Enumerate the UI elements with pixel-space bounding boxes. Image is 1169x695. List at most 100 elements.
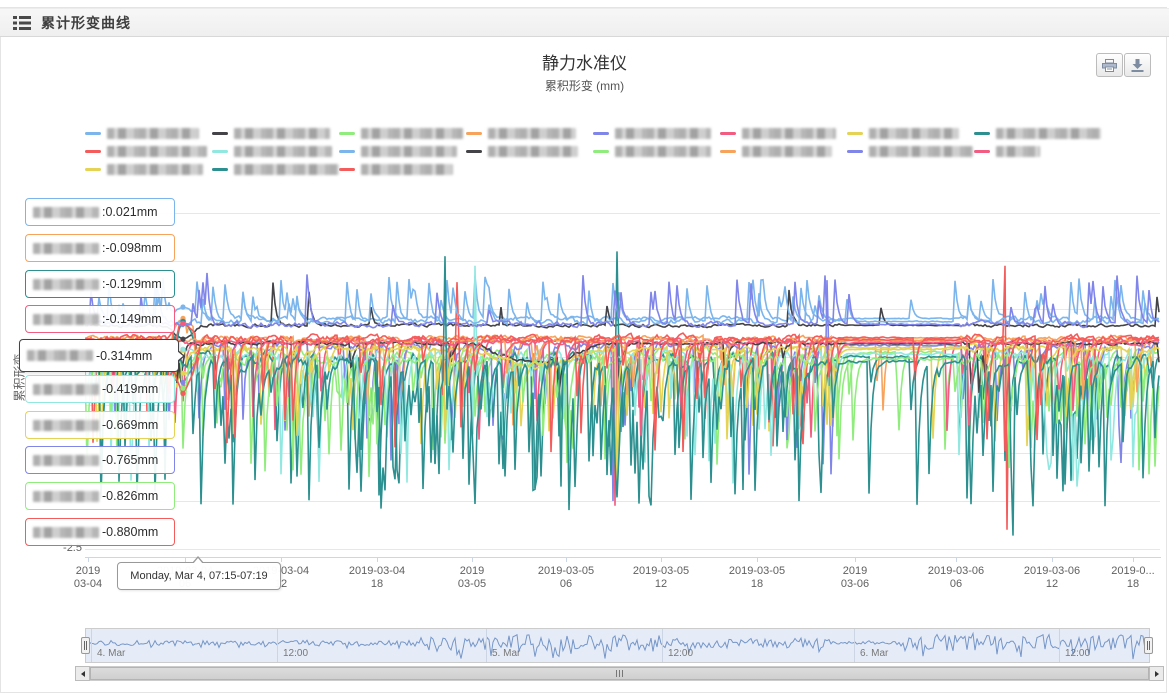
legend-item[interactable] (593, 128, 720, 139)
x-axis-tick (281, 557, 282, 562)
hover-point-marker (180, 337, 185, 342)
legend-series-dash-icon (847, 132, 863, 135)
navigator-axis-label: 12:00 (1065, 648, 1090, 659)
scrollbar-right-button[interactable] (1149, 666, 1164, 681)
legend-series-dash-icon (339, 132, 355, 135)
hover-point-marker (180, 321, 185, 326)
navigator-axis-label: 6. Mar (860, 648, 888, 659)
time-tooltip-text: Monday, Mar 4, 07:15-07:19 (130, 570, 267, 582)
series-name-censored (33, 491, 99, 502)
navigator-right-handle[interactable] (1144, 637, 1153, 654)
legend-series-label-censored (742, 128, 836, 139)
legend-series-label-censored (615, 146, 711, 157)
arrow-right-icon (1155, 671, 1159, 677)
legend-series-label-censored (107, 164, 203, 175)
series-name-censored (33, 314, 99, 325)
series-tooltip: -0.880mm (25, 518, 175, 546)
legend-series-dash-icon (85, 168, 101, 171)
x-axis-label: 2019-03-0518 (712, 565, 802, 591)
legend-item[interactable] (847, 128, 974, 139)
legend-item[interactable] (339, 146, 466, 157)
legend-item[interactable] (466, 146, 593, 157)
legend-row (85, 124, 1145, 142)
legend-series-dash-icon (593, 150, 609, 153)
x-axis-tick (956, 557, 957, 562)
legend-series-label-censored (234, 128, 330, 139)
legend-row (85, 160, 1145, 178)
legend-series-dash-icon (720, 132, 736, 135)
series-value: -0.880mm (102, 525, 158, 539)
download-icon (1131, 59, 1144, 72)
x-axis-line (85, 557, 1161, 558)
series-value: :-0.098mm (102, 241, 162, 255)
legend-item[interactable] (212, 164, 339, 175)
hover-point-marker (180, 391, 185, 396)
legend-item[interactable] (212, 146, 339, 157)
navigator-series[interactable] (85, 628, 1150, 663)
x-axis-tick (472, 557, 473, 562)
navigator-series-line (85, 634, 1149, 660)
series-tooltip: -0.419mm (25, 375, 175, 403)
legend-item[interactable] (593, 146, 720, 157)
time-tooltip: Monday, Mar 4, 07:15-07:19 (117, 562, 281, 590)
navigator-axis-label: 12:00 (668, 648, 693, 659)
scrollbar-thumb[interactable] (90, 667, 1149, 680)
legend-item[interactable] (466, 128, 593, 139)
legend-series-label-censored (742, 146, 832, 157)
scrollbar-left-button[interactable] (75, 666, 90, 681)
legend-series-label-censored (234, 146, 332, 157)
series-tooltip: :0.021mm (25, 198, 175, 226)
legend-item[interactable] (85, 164, 212, 175)
legend-item[interactable] (85, 146, 212, 157)
hover-point-marker (180, 371, 185, 376)
x-axis-tick (88, 557, 89, 562)
series-value: :-0.129mm (102, 277, 162, 291)
legend-series-dash-icon (85, 132, 101, 135)
header-bar: 累计形变曲线 (0, 8, 1169, 37)
navigator-gridline (277, 629, 278, 662)
legend-series-label-censored (361, 146, 457, 157)
navigator-gridline (854, 629, 855, 662)
legend-item[interactable] (847, 146, 974, 157)
series-tooltip: -0.826mm (25, 482, 175, 510)
legend-item[interactable] (720, 146, 847, 157)
main-plot-area[interactable] (85, 195, 1160, 557)
navigator-left-handle[interactable] (81, 637, 90, 654)
x-axis-tick (757, 557, 758, 562)
legend-item[interactable] (339, 128, 466, 139)
legend-item[interactable] (974, 146, 1101, 157)
legend-series-dash-icon (212, 132, 228, 135)
legend-item[interactable] (212, 128, 339, 139)
legend-series-label-censored (869, 128, 959, 139)
hover-point-marker (180, 304, 185, 309)
legend (85, 124, 1145, 178)
legend-series-label-censored (361, 164, 453, 175)
series-tooltip: :-0.129mm (25, 270, 175, 298)
series-value: :-0.149mm (102, 312, 162, 326)
x-axis-tick (855, 557, 856, 562)
legend-series-label-censored (615, 128, 711, 139)
x-axis-tick (661, 557, 662, 562)
x-axis-tick (1052, 557, 1053, 562)
x-axis-tick (377, 557, 378, 562)
series-name-censored (33, 420, 99, 431)
download-chart-button[interactable] (1124, 53, 1151, 77)
legend-series-dash-icon (466, 150, 482, 153)
page-title: 累计形变曲线 (41, 13, 131, 33)
legend-row (85, 142, 1145, 160)
legend-series-label-censored (488, 146, 578, 157)
legend-series-dash-icon (339, 150, 355, 153)
x-axis-label: 2019-03-0418 (332, 565, 422, 591)
legend-item[interactable] (974, 128, 1101, 139)
legend-item[interactable] (720, 128, 847, 139)
legend-series-label-censored (107, 146, 207, 157)
legend-series-dash-icon (212, 150, 228, 153)
print-chart-button[interactable] (1096, 53, 1123, 77)
series-value: :0.021mm (102, 205, 158, 219)
legend-series-dash-icon (720, 150, 736, 153)
x-axis-tick (1133, 557, 1134, 562)
legend-item[interactable] (85, 128, 212, 139)
series-name-censored (33, 527, 99, 538)
legend-series-label-censored (996, 128, 1101, 139)
legend-item[interactable] (339, 164, 466, 175)
